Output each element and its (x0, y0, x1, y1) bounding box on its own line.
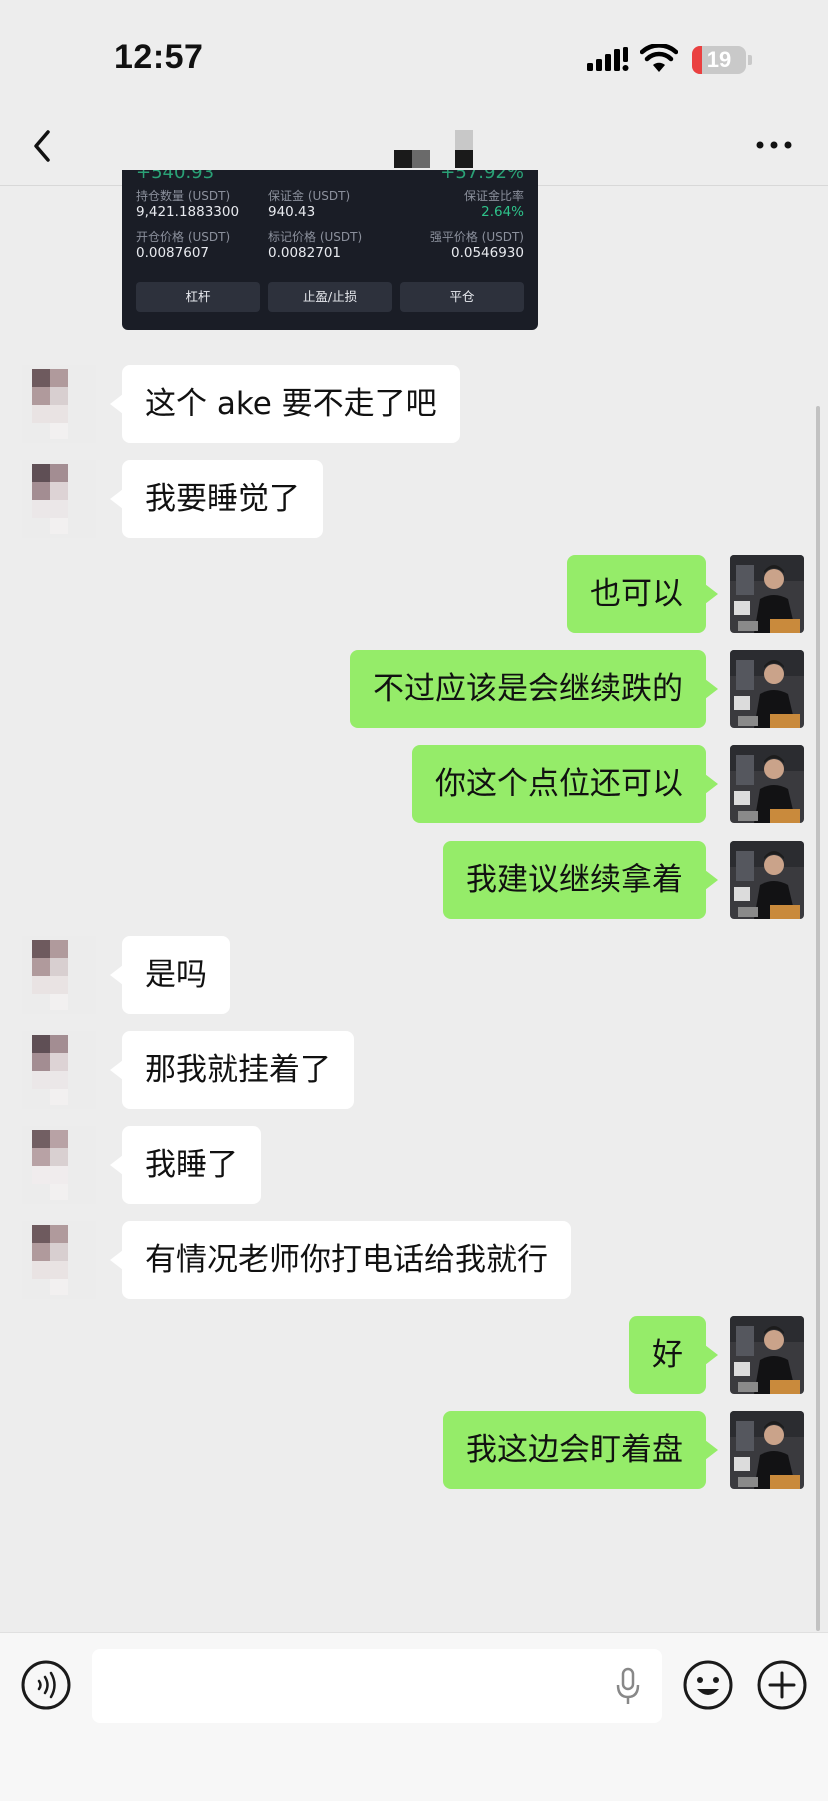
message-bubble[interactable]: 不过应该是会继续跌的 (350, 650, 706, 728)
contact-avatar[interactable] (22, 365, 96, 443)
contact-avatar[interactable] (22, 1221, 96, 1299)
battery-icon: 19 (692, 46, 746, 74)
message-bubble[interactable]: 有情况老师你打电话给我就行 (122, 1221, 571, 1299)
message-bubble[interactable]: 你这个点位还可以 (412, 745, 706, 823)
message-bubble[interactable]: 也可以 (567, 555, 706, 633)
plus-icon[interactable] (756, 1659, 808, 1711)
margin-label: 保证金 (USDT) (268, 189, 351, 203)
contact-avatar[interactable] (22, 936, 96, 1014)
bubble-tail (705, 870, 718, 890)
contact-avatar[interactable] (22, 1031, 96, 1109)
message-bubble[interactable]: 是吗 (122, 936, 230, 1014)
close-position-button[interactable]: 平仓 (400, 282, 524, 312)
contact-name-blurred (394, 130, 473, 168)
margin-ratio-value: 2.64% (481, 204, 524, 220)
message-bubble[interactable]: 好 (629, 1316, 706, 1394)
message-input[interactable] (92, 1649, 662, 1723)
self-avatar[interactable] (730, 650, 804, 728)
roe-percent: +57.92% (440, 170, 524, 183)
microphone-icon[interactable] (614, 1667, 642, 1707)
self-avatar[interactable] (730, 745, 804, 823)
message-bubble[interactable]: 那我就挂着了 (122, 1031, 354, 1109)
message-bubble[interactable]: 我睡了 (122, 1126, 261, 1204)
unrealized-pnl: +540.93 (136, 170, 215, 183)
bubble-tail (705, 774, 718, 794)
input-bar (0, 1632, 828, 1801)
position-qty-value: 9,421.1883300 (136, 204, 240, 220)
mark-price-label: 标记价格 (USDT) (268, 230, 363, 244)
self-avatar[interactable] (730, 841, 804, 919)
message-bubble[interactable]: 这个 ake 要不走了吧 (122, 365, 460, 443)
bubble-tail (705, 584, 718, 604)
liq-price-label: 强平价格 (USDT) (429, 230, 524, 244)
status-bar: 12:57 19 (0, 0, 828, 110)
tp-sl-button[interactable]: 止盈/止损 (268, 282, 392, 312)
message-bubble[interactable]: 我这边会盯着盘 (443, 1411, 706, 1489)
bubble-tail (705, 1345, 718, 1365)
contact-avatar[interactable] (22, 1126, 96, 1204)
wifi-icon (640, 44, 678, 72)
self-avatar[interactable] (730, 555, 804, 633)
battery-cap (748, 55, 752, 65)
margin-value: 940.43 (268, 204, 316, 220)
mark-price-value: 0.0082701 (268, 245, 342, 261)
open-price-value: 0.0087607 (136, 245, 210, 261)
scrollbar[interactable] (816, 406, 820, 1631)
liq-price-value: 0.0546930 (450, 245, 524, 261)
message-bubble[interactable]: 我要睡觉了 (122, 460, 323, 538)
more-horizontal-icon[interactable] (754, 130, 794, 160)
voice-input-icon[interactable] (20, 1659, 72, 1711)
trading-position-card[interactable]: +540.93 +57.92% 持仓数量 (USDT) 9,421.188330… (122, 170, 538, 330)
position-qty-label: 持仓数量 (USDT) (136, 189, 231, 203)
status-time: 12:57 (114, 38, 204, 76)
emoji-icon[interactable] (682, 1659, 734, 1711)
open-price-label: 开仓价格 (USDT) (136, 230, 231, 244)
battery-level-text: 19 (706, 47, 732, 72)
leverage-button[interactable]: 杠杆 (136, 282, 260, 312)
margin-ratio-label: 保证金比率 (463, 189, 524, 203)
cellular-signal-icon (587, 47, 629, 71)
self-avatar[interactable] (730, 1316, 804, 1394)
message-bubble[interactable]: 我建议继续拿着 (443, 841, 706, 919)
contact-avatar[interactable] (22, 460, 96, 538)
self-avatar[interactable] (730, 1411, 804, 1489)
bubble-tail (705, 679, 718, 699)
bubble-tail (705, 1440, 718, 1460)
chevron-left-icon[interactable] (24, 124, 64, 168)
